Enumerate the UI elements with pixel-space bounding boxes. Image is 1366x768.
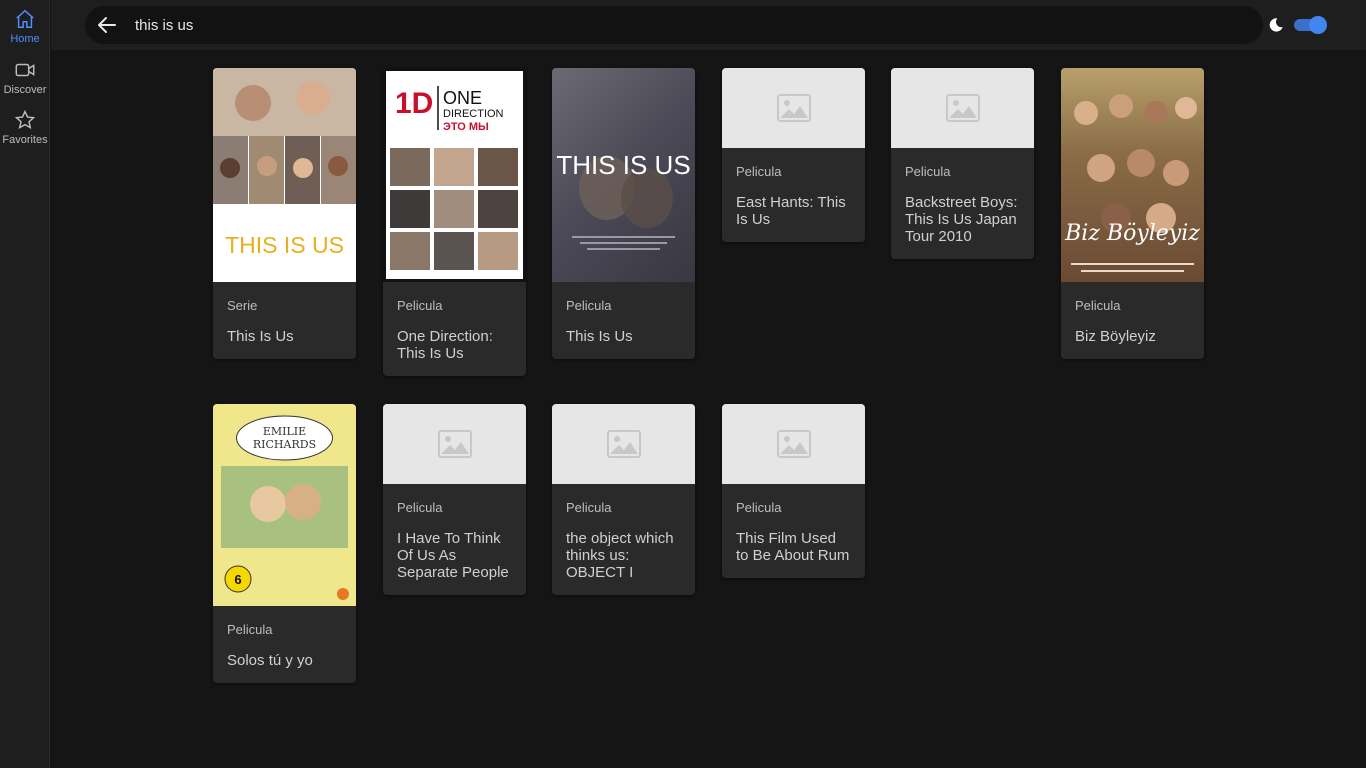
poster-placeholder [722,404,865,484]
home-icon [16,9,34,28]
poster-art: Biz Böyleyiz [1064,94,1200,272]
media-title: This Film Used to Be About Rum [736,530,850,564]
image-placeholder-icon [945,94,980,122]
media-type-label: Pelicula [227,622,273,637]
result-card[interactable]: 1D ONE DIRECTION ЭТО МЫ Pelicula One Dir… [383,68,526,376]
poster-placeholder [552,404,695,484]
poster-image: THIS IS US [213,68,356,282]
moon-icon [1269,18,1283,32]
image-placeholder-icon [606,430,641,458]
poster-placeholder [891,68,1034,148]
poster-image: Biz Böyleyiz [1061,68,1204,282]
back-arrow-icon[interactable] [95,13,119,37]
sidebar-item-favorites[interactable]: Favorites [0,109,50,153]
svg-text:ЭТО МЫ: ЭТО МЫ [443,121,489,133]
svg-text:DIRECTION: DIRECTION [443,108,504,120]
media-type-label: Pelicula [566,500,612,515]
svg-text:RICHARDS: RICHARDS [253,438,316,451]
sidebar-item-discover[interactable]: Discover [0,59,50,103]
image-placeholder-icon [437,430,472,458]
svg-text:1D: 1D [395,87,433,120]
sidebar-item-label: Discover [3,84,47,96]
sidebar-item-label: Favorites [2,134,48,146]
media-title: East Hants: This Is Us [736,194,846,228]
media-title: Solos tú y yo [227,652,313,669]
poster-image: THIS IS US [552,68,695,282]
toggle-thumb [1309,16,1327,34]
poster-art: THIS IS US [213,68,356,258]
media-type-label: Pelicula [905,164,951,179]
svg-text:6: 6 [234,572,241,587]
search-bar [85,6,1263,44]
result-card[interactable]: THIS IS US Serie This Is Us [213,68,356,359]
media-title: Biz Böyleyiz [1075,328,1156,345]
media-type-label: Pelicula [397,298,443,313]
result-card[interactable]: EMILIE RICHARDS 6 Pelicula Solos tú y yo [213,404,356,683]
search-input[interactable] [135,6,1235,44]
media-title: Backstreet Boys: This Is Us Japan Tour 2… [905,194,1018,245]
poster-image: 1D ONE DIRECTION ЭТО МЫ [383,68,526,282]
result-card[interactable]: Pelicula East Hants: This Is Us [722,68,865,242]
svg-text:ONE: ONE [443,88,482,108]
result-card[interactable]: Pelicula I Have To Think Of Us As Separa… [383,404,526,595]
poster-placeholder [383,404,526,484]
media-title: One Direction: This Is Us [397,328,493,362]
video-camera-icon [15,63,35,77]
poster-art: THIS IS US [556,150,691,250]
poster-art: EMILIE RICHARDS 6 [221,415,349,600]
media-type-label: Pelicula [566,298,612,313]
media-type-label: Pelicula [736,500,782,515]
poster-art: 1D ONE DIRECTION ЭТО МЫ [386,71,523,279]
media-title: This Is Us [566,328,633,345]
media-title: This Is Us [227,328,294,345]
media-type-label: Serie [227,298,258,313]
star-icon [14,109,36,130]
result-card[interactable]: Pelicula Backstreet Boys: This Is Us Jap… [891,68,1034,259]
svg-text:EMILIE: EMILIE [263,425,306,438]
poster-placeholder [722,68,865,148]
dark-mode-toggle[interactable] [1294,16,1327,34]
media-title: I Have To Think Of Us As Separate People [397,530,509,581]
top-bar [51,0,1366,50]
result-card[interactable]: Pelicula This Film Used to Be About Rum [722,404,865,578]
sidebar-item-label: Home [10,33,40,45]
image-placeholder-icon [776,430,811,458]
image-placeholder-icon [776,94,811,122]
poster-image: EMILIE RICHARDS 6 [213,404,356,606]
result-card[interactable]: Biz Böyleyiz Pelicula Biz Böyleyiz [1061,68,1204,359]
media-type-label: Pelicula [397,500,443,515]
media-title: the object which thinks us: OBJECT I [566,530,674,581]
media-type-label: Pelicula [736,164,782,179]
result-card[interactable]: THIS IS US Pelicula This Is Us [552,68,695,359]
result-card[interactable]: Pelicula the object which thinks us: OBJ… [552,404,695,595]
svg-text:Biz Böyleyiz: Biz Böyleyiz [1064,221,1200,246]
media-type-label: Pelicula [1075,298,1121,313]
svg-text:THIS IS US: THIS IS US [225,232,344,258]
svg-text:THIS IS US: THIS IS US [556,150,690,180]
sidebar-item-home[interactable]: Home [0,8,50,52]
sidebar: Home Discover Favorites [0,0,50,768]
